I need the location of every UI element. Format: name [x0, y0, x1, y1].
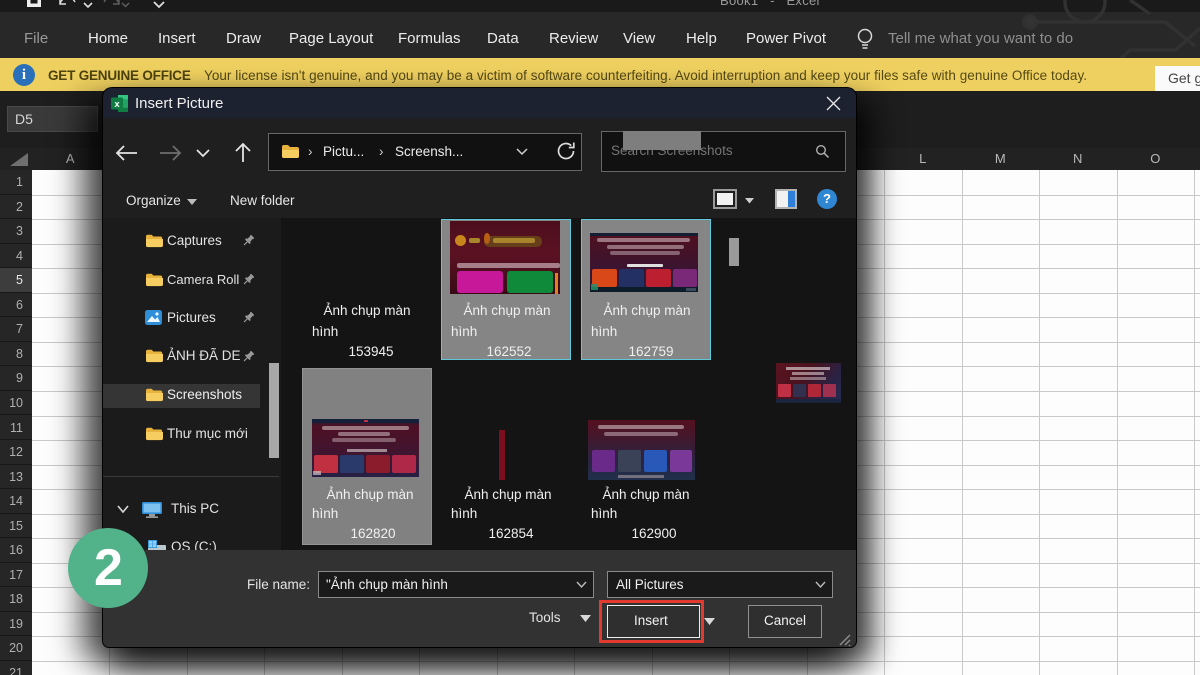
- svg-text:x: x: [114, 99, 120, 110]
